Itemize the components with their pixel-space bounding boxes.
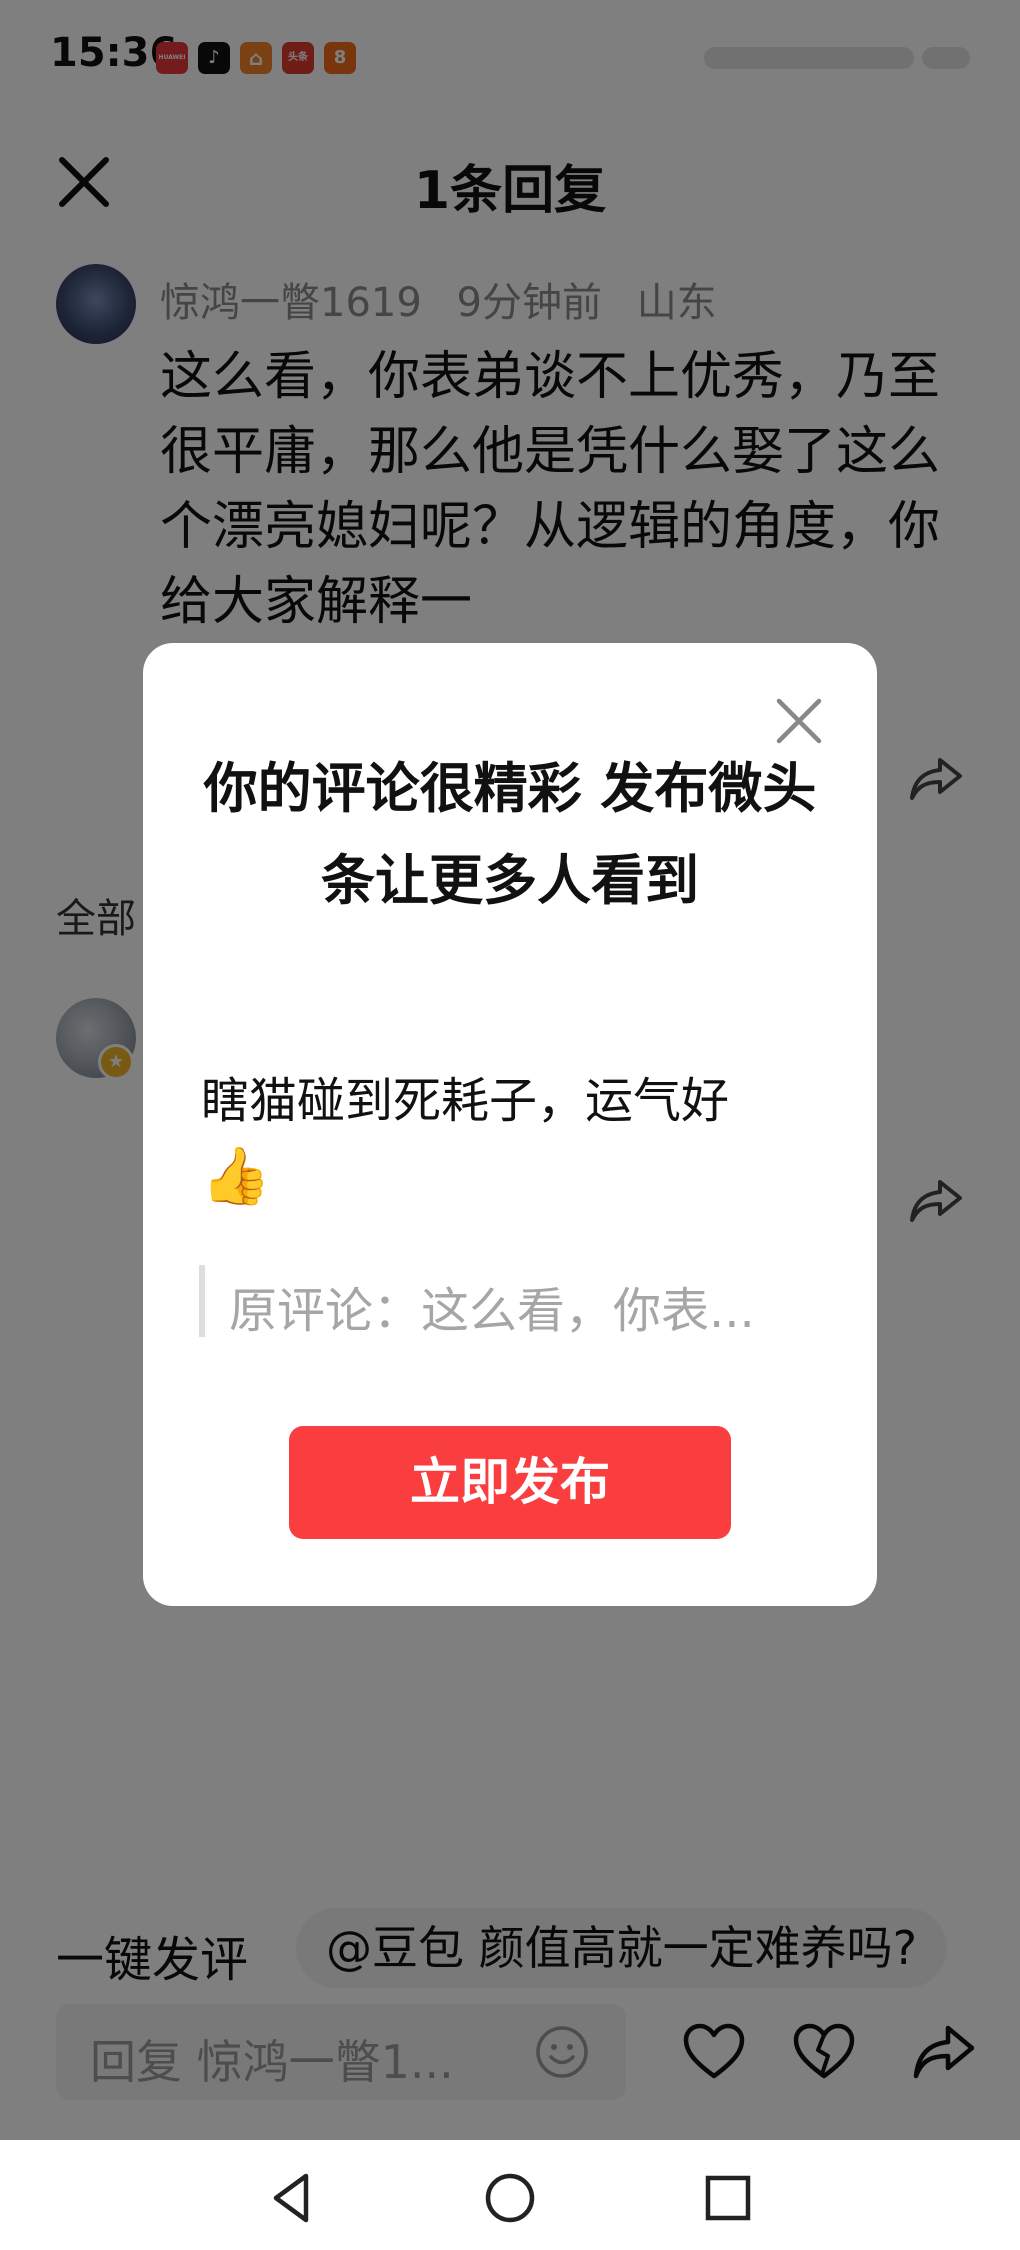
dialog-comment: 瞎猫碰到死耗子，运气好 👍	[201, 1063, 819, 1217]
publish-button[interactable]: 立即发布	[289, 1426, 731, 1539]
dialog-comment-text: 瞎猫碰到死耗子，运气好	[201, 1073, 730, 1129]
original-comment-quote: 原评论：这么看，你表...	[229, 1283, 755, 1339]
close-icon[interactable]	[773, 695, 825, 747]
back-icon[interactable]	[262, 2168, 322, 2228]
quote-divider	[199, 1265, 205, 1337]
dialog-title: 你的评论很精彩 发布微头条让更多人看到	[203, 757, 817, 912]
publish-dialog: 你的评论很精彩 发布微头条让更多人看到 瞎猫碰到死耗子，运气好 👍 原评论：这么…	[143, 643, 877, 1606]
thumbs-up-icon: 👍	[201, 1144, 271, 1209]
recents-icon[interactable]	[698, 2168, 758, 2228]
home-icon[interactable]	[480, 2168, 540, 2228]
system-nav-bar	[0, 2140, 1020, 2250]
